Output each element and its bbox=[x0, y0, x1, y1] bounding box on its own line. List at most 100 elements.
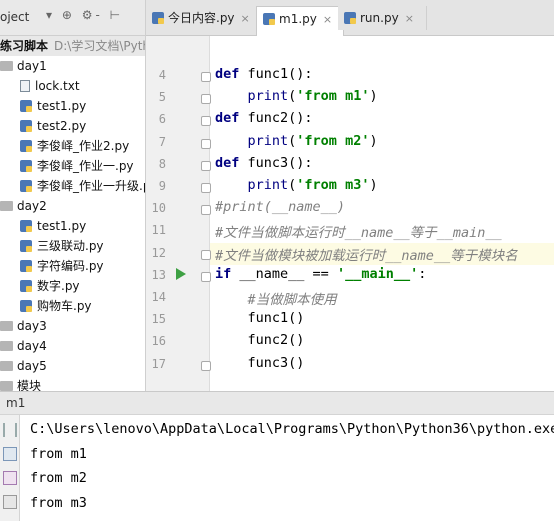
line-number: 8 bbox=[158, 156, 166, 171]
run-toolbar bbox=[0, 415, 20, 521]
project-tree: 练习脚本 D:\学习文档\Pytho day1 lock.txt test1.py te… bbox=[0, 36, 146, 391]
settings-icon[interactable] bbox=[3, 495, 17, 509]
folder-icon bbox=[0, 381, 13, 391]
editor-tab[interactable]: m1.py × bbox=[256, 6, 344, 37]
tree-folder[interactable]: day2 bbox=[0, 196, 47, 216]
tree-root-path: D:\学习文档\Pytho bbox=[54, 39, 145, 53]
line-number: 10 bbox=[151, 201, 166, 216]
tree-item-label: 李俊峄_作业一升级.p bbox=[37, 179, 146, 193]
tree-root-name: 练习脚本 bbox=[0, 39, 49, 53]
tree-item-label: day5 bbox=[17, 359, 47, 373]
line-number: 6 bbox=[158, 112, 166, 127]
folder-icon bbox=[0, 201, 13, 211]
code-line: print('from m2') bbox=[247, 132, 378, 149]
line-number: 9 bbox=[158, 179, 166, 193]
python-file-icon bbox=[20, 140, 32, 152]
tree-file[interactable]: test1.py bbox=[20, 96, 86, 116]
python-file-icon bbox=[344, 12, 356, 24]
fold-marker-icon[interactable] bbox=[201, 249, 211, 260]
python-file-icon bbox=[20, 240, 32, 252]
python-file-icon bbox=[20, 160, 32, 172]
folder-icon bbox=[0, 341, 13, 351]
tree-root[interactable]: 练习脚本 D:\学习文档\Pytho bbox=[0, 36, 145, 56]
code-line: if __name__ == '__main__': bbox=[215, 265, 427, 282]
tree-item-label: lock.txt bbox=[35, 79, 80, 93]
line-number: 11 bbox=[151, 223, 166, 238]
code-line: print('from m3') bbox=[247, 177, 378, 193]
console-line: C:\Users\lenovo\AppData\Local\Programs\P… bbox=[30, 421, 554, 437]
tree-file[interactable]: 三级联动.py bbox=[20, 236, 104, 256]
run-gutter-icon[interactable] bbox=[176, 268, 186, 280]
python-file-icon bbox=[20, 220, 32, 232]
tree-folder[interactable]: 模块 bbox=[0, 376, 41, 391]
tree-item-label: 李俊峄_作业一.py bbox=[37, 159, 134, 173]
code-line: def func1(): bbox=[215, 66, 313, 82]
print-icon[interactable] bbox=[3, 471, 17, 485]
console-line: from m3 bbox=[30, 494, 87, 511]
tree-item-label: 三级联动.py bbox=[37, 239, 104, 253]
tree-file[interactable]: test2.py bbox=[20, 116, 86, 136]
code-line: print('from m1') bbox=[247, 88, 378, 105]
project-panel-title[interactable]: oject bbox=[0, 10, 29, 24]
python-file-icon bbox=[20, 280, 32, 292]
tree-file[interactable]: 数字.py bbox=[20, 276, 80, 296]
python-file-icon bbox=[20, 120, 32, 132]
fold-marker-icon[interactable] bbox=[201, 138, 211, 149]
tab-label: 今日内容.py bbox=[168, 11, 235, 25]
tab-label: run.py bbox=[360, 11, 399, 25]
tree-folder[interactable]: day1 bbox=[0, 56, 47, 76]
tree-folder[interactable]: day5 bbox=[0, 356, 47, 376]
fold-marker-icon[interactable] bbox=[201, 160, 211, 171]
console-line: from m2 bbox=[30, 470, 87, 486]
fold-marker-icon[interactable] bbox=[201, 116, 211, 127]
line-number: 12 bbox=[151, 245, 166, 260]
project-toolbar-icons[interactable]: ▾ ⊕ ⚙- ⊢ bbox=[46, 8, 123, 22]
editor-tab[interactable]: run.py × bbox=[338, 6, 427, 30]
line-number: 16 bbox=[151, 334, 166, 349]
tree-file[interactable]: 字符编码.py bbox=[20, 256, 104, 276]
code-line: def func2(): bbox=[215, 110, 313, 127]
code-line: func2() bbox=[215, 332, 305, 349]
code-line: #文件当做模块被加载运行时__name__等于模块名 bbox=[215, 247, 518, 264]
wrap-icon[interactable] bbox=[3, 447, 17, 461]
tree-file[interactable]: test1.py bbox=[20, 216, 86, 236]
folder-icon bbox=[0, 321, 13, 331]
run-console[interactable]: C:\Users\lenovo\AppData\Local\Programs\P… bbox=[20, 415, 554, 521]
fold-marker-icon[interactable] bbox=[201, 205, 211, 216]
fold-marker-icon[interactable] bbox=[201, 271, 211, 282]
close-tab-icon[interactable]: × bbox=[405, 12, 414, 25]
fold-marker-icon[interactable] bbox=[201, 360, 211, 371]
fold-marker-icon[interactable] bbox=[201, 183, 211, 193]
editor-tab-bar: 今日内容.py × m1.py × run.py × bbox=[146, 0, 554, 37]
python-file-icon bbox=[20, 300, 32, 312]
tree-item-label: day1 bbox=[17, 59, 47, 73]
tree-item-label: 购物车.py bbox=[37, 299, 92, 313]
editor-tab[interactable]: 今日内容.py × bbox=[146, 6, 261, 30]
project-panel-header: oject ▾ ⊕ ⚙- ⊢ bbox=[0, 0, 146, 36]
fold-marker-icon[interactable] bbox=[201, 94, 211, 105]
tree-item-label: 字符编码.py bbox=[37, 259, 104, 273]
tree-file[interactable]: 李俊峄_作业2.py bbox=[20, 136, 129, 156]
line-number: 5 bbox=[158, 90, 166, 105]
python-file-icon bbox=[20, 180, 32, 192]
tree-file[interactable]: 购物车.py bbox=[20, 296, 92, 316]
scroll-icon[interactable] bbox=[3, 423, 17, 437]
fold-marker-icon[interactable] bbox=[201, 72, 211, 82]
tree-file[interactable]: 李俊峄_作业一.py bbox=[20, 156, 134, 176]
line-number: 17 bbox=[151, 356, 166, 371]
python-file-icon bbox=[263, 13, 275, 25]
line-number: 15 bbox=[151, 312, 166, 327]
close-tab-icon[interactable]: × bbox=[241, 12, 250, 25]
tree-file[interactable]: lock.txt bbox=[20, 76, 80, 96]
tree-folder[interactable]: day4 bbox=[0, 336, 47, 356]
close-tab-icon[interactable]: × bbox=[323, 13, 332, 26]
tree-item-label: 模块 bbox=[17, 379, 42, 391]
tree-item-label: day3 bbox=[17, 319, 47, 333]
tree-folder[interactable]: day3 bbox=[0, 316, 47, 336]
tree-item-label: 李俊峄_作业2.py bbox=[37, 139, 130, 153]
tree-file[interactable]: 李俊峄_作业一升级.p bbox=[20, 176, 146, 196]
tree-item-label: test1.py bbox=[37, 219, 87, 233]
code-line: func3() bbox=[215, 354, 305, 371]
run-config-name[interactable]: m1 bbox=[6, 396, 25, 410]
run-panel-header: m1 bbox=[0, 391, 554, 415]
